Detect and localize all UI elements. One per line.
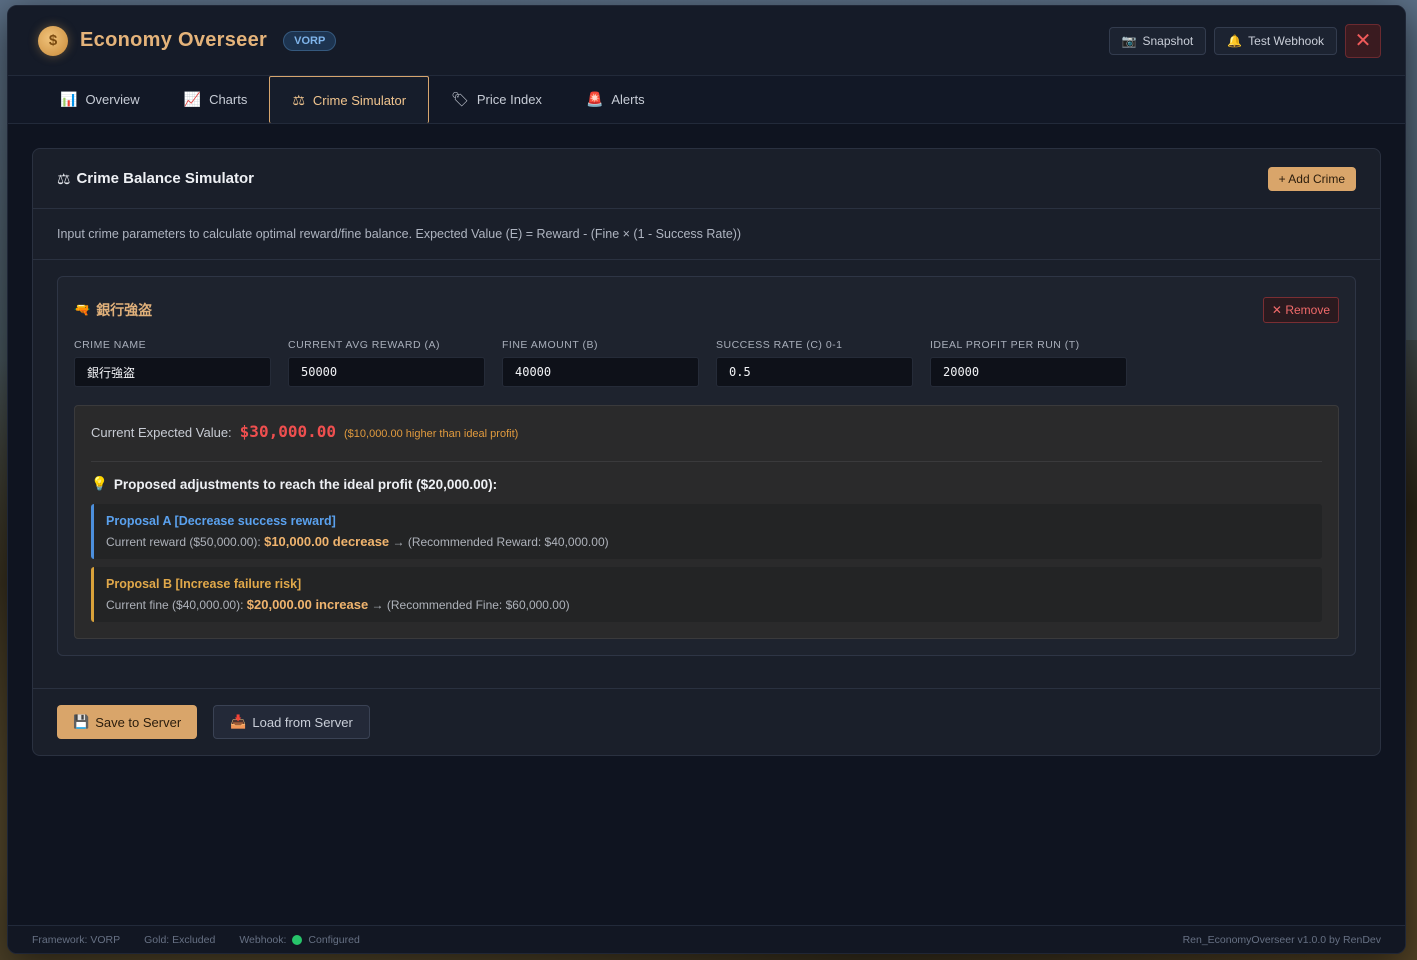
field-ideal-profit: IDEAL PROFIT PER RUN (T) <box>930 339 1127 387</box>
field-label: IDEAL PROFIT PER RUN (T) <box>930 339 1080 351</box>
status-dot-icon <box>292 934 303 945</box>
crime-entry-header: 🔫 銀行強盗 ✕ Remove <box>74 295 1339 325</box>
camera-icon: 📷 <box>1121 33 1137 48</box>
remove-label: Remove <box>1285 303 1330 317</box>
close-icon: ✕ <box>1271 303 1286 317</box>
app-title: Economy Overseer <box>80 29 268 51</box>
webhook-label: Test Webhook <box>1248 33 1324 48</box>
simulator-card: ⚖ Crime Balance Simulator + Add Crime In… <box>32 148 1381 756</box>
version-text: Ren_EconomyOverseer v1.0.0 by RenDev <box>1182 933 1381 946</box>
proposal-a-suffix: → (Recommended Reward: $40,000.00) <box>392 535 609 549</box>
success-rate-input[interactable] <box>716 357 913 387</box>
tab-crime-simulator[interactable]: ⚖ Crime Simulator <box>269 76 430 123</box>
crime-fields: CRIME NAME CURRENT AVG REWARD (A) FINE A… <box>74 339 1339 387</box>
status-framework: Framework: VORP <box>32 933 121 946</box>
simulator-header: ⚖ Crime Balance Simulator + Add Crime <box>33 149 1380 209</box>
proposal-a-amount: $10,000.00 decrease <box>264 534 390 549</box>
close-button[interactable]: ✕ <box>1345 23 1381 58</box>
save-label: Save to Server <box>95 714 182 730</box>
snapshot-label: Snapshot <box>1142 33 1194 48</box>
proposal-b-title: Proposal B [Increase failure risk] <box>106 577 302 591</box>
ev-note: ($10,000.00 higher than ideal profit) <box>344 428 519 440</box>
field-label: FINE AMOUNT (B) <box>502 339 598 351</box>
status-gold: Gold: Excluded <box>144 933 216 946</box>
tab-price-index[interactable]: 🏷 Price Index <box>429 76 564 123</box>
chart-line-icon: 📈 <box>183 91 202 107</box>
field-label: CURRENT AVG REWARD (A) <box>288 339 440 351</box>
status-bar: Framework: VORP Gold: Excluded Webhook: … <box>8 925 1405 953</box>
snapshot-button[interactable]: 📷 Snapshot <box>1108 26 1207 55</box>
tab-label: Charts <box>209 92 248 107</box>
bell-icon: 🔔 <box>1227 33 1243 48</box>
scales-icon: ⚖ <box>292 91 305 108</box>
simulator-title: Crime Balance Simulator <box>76 170 255 187</box>
crime-name-input[interactable] <box>74 357 271 387</box>
logo-glyph: $ <box>48 32 58 49</box>
field-success-rate: SUCCESS RATE (C) 0-1 <box>716 339 913 387</box>
ideal-profit-input[interactable] <box>930 357 1127 387</box>
gun-icon: 🔫 <box>74 302 91 317</box>
tab-label: Alerts <box>611 92 645 107</box>
field-crime-name: CRIME NAME <box>74 339 271 387</box>
tab-bar: 📊 Overview 📈 Charts ⚖ Crime Simulator 🏷 … <box>8 76 1405 124</box>
scales-icon: ⚖ <box>57 170 71 188</box>
tab-label: Overview <box>85 92 140 107</box>
app-header: $ Economy Overseer VORP 📷 Snapshot 🔔 Tes… <box>8 6 1405 76</box>
field-label: SUCCESS RATE (C) 0-1 <box>716 339 843 351</box>
ev-label: Current Expected Value: <box>91 425 232 440</box>
status-webhook: Webhook: Configured <box>239 934 359 946</box>
add-crime-button[interactable]: + Add Crime <box>1267 166 1356 191</box>
field-avg-reward: CURRENT AVG REWARD (A) <box>288 339 485 387</box>
floppy-disk-icon: 💾 <box>73 714 90 729</box>
tab-charts[interactable]: 📈 Charts <box>162 76 270 123</box>
proposal-a-prefix: Current reward ($50,000.00): <box>106 535 261 549</box>
result-panel: Current Expected Value: $30,000.00 ($10,… <box>74 405 1339 639</box>
fine-amount-input[interactable] <box>502 357 699 387</box>
test-webhook-button[interactable]: 🔔 Test Webhook <box>1214 26 1337 55</box>
tag-icon: 🏷 <box>451 91 469 107</box>
webhook-status-value: Configured <box>308 933 360 946</box>
field-label: CRIME NAME <box>74 339 147 351</box>
tab-label: Price Index <box>476 92 542 107</box>
webhook-status-label: Webhook: <box>239 933 287 946</box>
avg-reward-input[interactable] <box>288 357 485 387</box>
ev-value: $30,000.00 <box>239 422 336 441</box>
main-content: ⚖ Crime Balance Simulator + Add Crime In… <box>8 124 1405 756</box>
remove-crime-button[interactable]: ✕ Remove <box>1262 297 1339 323</box>
proposal-b-prefix: Current fine ($40,000.00): <box>106 598 244 612</box>
proposal-b: Proposal B [Increase failure risk] Curre… <box>91 567 1322 622</box>
proposal-a-title: Proposal A [Decrease success reward] <box>106 514 336 528</box>
money-bag-icon: $ <box>38 25 68 56</box>
crime-entry-title: 銀行強盗 <box>96 302 153 318</box>
proposal-b-suffix: → (Recommended Fine: $60,000.00) <box>371 598 570 612</box>
siren-icon: 🚨 <box>585 91 604 107</box>
expected-value-line: Current Expected Value: $30,000.00 ($10,… <box>91 422 1322 462</box>
framework-badge: VORP <box>283 30 337 51</box>
load-label: Load from Server <box>252 714 353 730</box>
field-fine-amount: FINE AMOUNT (B) <box>502 339 699 387</box>
close-icon: ✕ <box>1354 30 1372 52</box>
lightbulb-icon: 💡 <box>91 476 108 491</box>
proposal-b-detail: Current fine ($40,000.00): $20,000.00 in… <box>106 597 1310 612</box>
proposal-a: Proposal A [Decrease success reward] Cur… <box>91 504 1322 559</box>
simulator-footer: 💾 Save to Server 📥 Load from Server <box>33 688 1380 755</box>
save-to-server-button[interactable]: 💾 Save to Server <box>57 705 198 739</box>
proposals-heading: 💡 Proposed adjustments to reach the idea… <box>91 476 1322 492</box>
simulator-description: Input crime parameters to calculate opti… <box>33 209 1380 260</box>
download-box-icon: 📥 <box>230 714 247 729</box>
proposal-a-detail: Current reward ($50,000.00): $10,000.00 … <box>106 534 1310 549</box>
proposals-heading-text: Proposed adjustments to reach the ideal … <box>113 476 498 492</box>
chart-bar-icon: 📊 <box>60 91 78 107</box>
tab-alerts[interactable]: 🚨 Alerts <box>564 76 667 123</box>
app-window: $ Economy Overseer VORP 📷 Snapshot 🔔 Tes… <box>7 5 1406 954</box>
tab-overview[interactable]: 📊 Overview <box>38 76 162 123</box>
crime-entry: 🔫 銀行強盗 ✕ Remove CRIME NAME CURRENT AVG R… <box>57 276 1356 656</box>
tab-label: Crime Simulator <box>312 92 407 108</box>
load-from-server-button[interactable]: 📥 Load from Server <box>213 705 370 739</box>
proposal-b-amount: $20,000.00 increase <box>246 597 369 612</box>
